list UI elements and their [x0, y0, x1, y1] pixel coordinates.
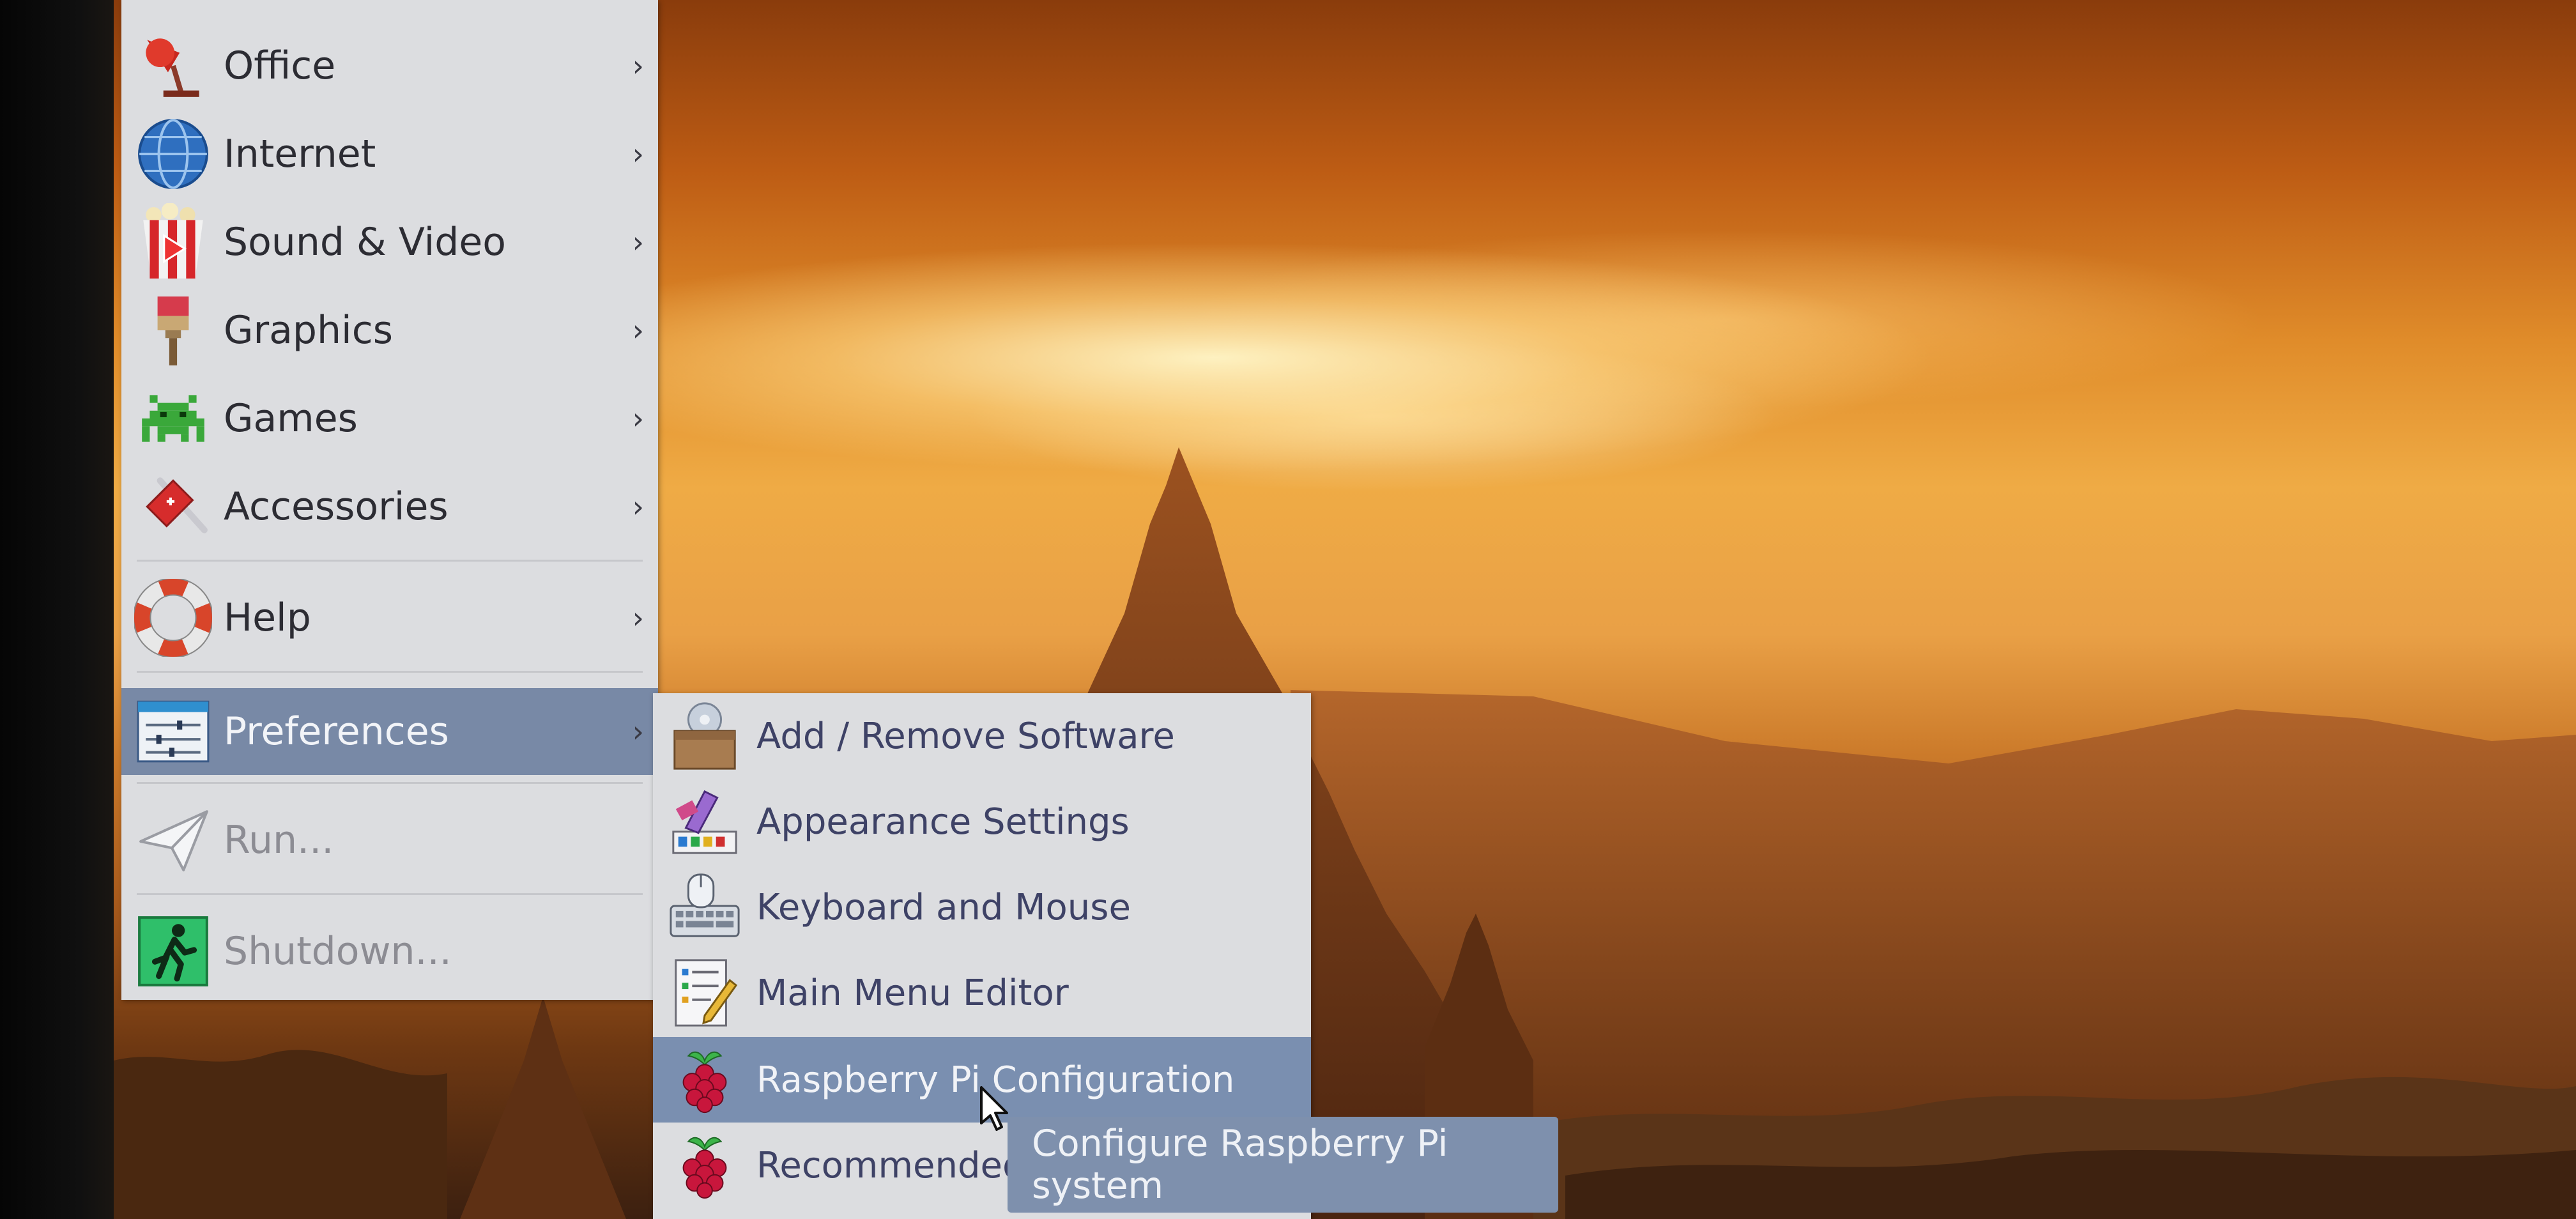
menu-item-label: Preferences — [224, 709, 449, 754]
submenu-item-label: Main Menu Editor — [756, 972, 1069, 1014]
menu-item-games[interactable]: Games › — [121, 379, 658, 457]
menu-item-sound-video[interactable]: Sound & Video › — [121, 202, 658, 281]
palette-icon — [667, 784, 742, 859]
chevron-right-icon: › — [632, 137, 644, 171]
chevron-right-icon: › — [632, 714, 644, 749]
chevron-right-icon: › — [632, 225, 644, 259]
menu-editor-icon — [667, 955, 742, 1031]
exit-person-icon — [134, 912, 212, 990]
menu-item-label: Office — [224, 43, 336, 88]
submenu-item-add-remove-software[interactable]: Add / Remove Software — [653, 693, 1311, 779]
menu-item-graphics[interactable]: Graphics › — [121, 291, 658, 369]
screen-bezel — [0, 0, 114, 1219]
space-invader-icon — [134, 379, 212, 457]
menu-item-office[interactable]: Office › — [121, 27, 658, 105]
swiss-knife-icon — [134, 468, 212, 546]
raspberry-icon — [667, 1128, 742, 1203]
menu-item-shutdown[interactable]: Shutdown... — [121, 912, 658, 990]
menu-item-help[interactable]: Help › — [121, 577, 658, 659]
menu-item-label: Games — [224, 396, 358, 441]
paper-plane-icon — [134, 801, 212, 879]
lifebuoy-icon — [132, 577, 214, 659]
menu-separator — [137, 893, 643, 895]
chevron-right-icon: › — [632, 601, 644, 635]
menu-item-preferences[interactable]: Preferences › — [121, 688, 658, 775]
menu-item-internet[interactable]: Internet › — [121, 115, 658, 193]
main-menu: Office › Internet › Sound & Video › Grap… — [121, 0, 658, 1000]
menu-separator — [137, 560, 643, 562]
package-icon — [667, 698, 742, 774]
office-lamp-icon — [134, 27, 212, 105]
menu-item-label: Accessories — [224, 484, 448, 529]
menu-item-label: Shutdown... — [224, 929, 452, 974]
paintbrush-icon — [134, 291, 212, 369]
submenu-item-keyboard-and-mouse[interactable]: Keyboard and Mouse — [653, 864, 1311, 950]
submenu-item-appearance-settings[interactable]: Appearance Settings — [653, 779, 1311, 864]
menu-separator — [137, 671, 643, 673]
chevron-right-icon: › — [632, 401, 644, 436]
keyboard-mouse-icon — [667, 870, 742, 945]
submenu-item-label: Appearance Settings — [756, 801, 1130, 843]
raspberry-icon — [667, 1042, 742, 1117]
tooltip: Configure Raspberry Pi system — [1008, 1117, 1558, 1213]
menu-item-label: Sound & Video — [224, 220, 506, 264]
menu-separator — [137, 782, 643, 784]
chevron-right-icon: › — [632, 489, 644, 524]
menu-item-run[interactable]: Run... — [121, 801, 658, 879]
preferences-sliders-icon — [134, 693, 212, 770]
globe-icon — [134, 115, 212, 193]
menu-item-label: Internet — [224, 132, 376, 176]
menu-item-label: Help — [224, 595, 311, 640]
tooltip-text: Configure Raspberry Pi system — [1032, 1123, 1448, 1207]
mouse-pointer-icon — [980, 1086, 1008, 1131]
submenu-item-label: Keyboard and Mouse — [756, 886, 1131, 928]
menu-item-label: Graphics — [224, 308, 393, 353]
submenu-item-label: Recommended — [756, 1144, 1025, 1186]
submenu-item-label: Add / Remove Software — [756, 715, 1175, 757]
menu-item-accessories[interactable]: Accessories › — [121, 468, 658, 546]
submenu-item-main-menu-editor[interactable]: Main Menu Editor — [653, 950, 1311, 1036]
chevron-right-icon: › — [632, 49, 644, 83]
menu-item-label: Run... — [224, 818, 334, 862]
chevron-right-icon: › — [632, 313, 644, 348]
popcorn-icon — [134, 202, 212, 281]
